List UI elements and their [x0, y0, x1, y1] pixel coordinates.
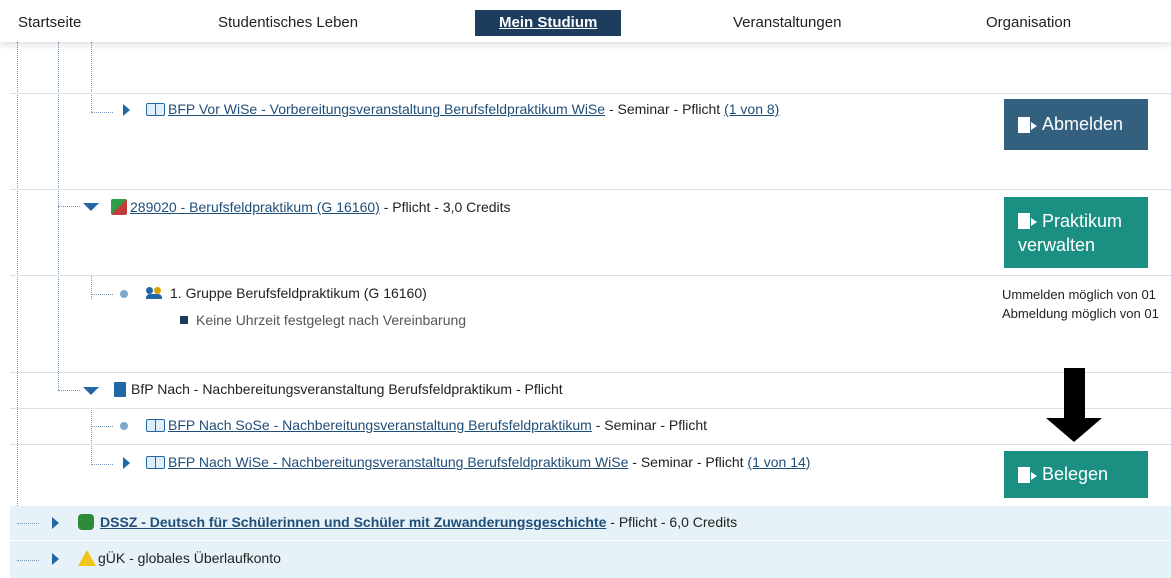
- abmeldung-note: Abmeldung möglich von 01: [1002, 306, 1159, 321]
- tree-line: [91, 410, 92, 465]
- tree-line: [58, 390, 80, 391]
- top-navigation: Startseite Studentisches Leben Mein Stud…: [0, 0, 1171, 42]
- arrow-down-icon: [1064, 368, 1085, 419]
- collapse-chevron-icon[interactable]: [83, 387, 99, 395]
- group-bullet-icon: [120, 290, 128, 298]
- book-icon: [146, 418, 166, 432]
- verwalten-label: verwalten: [1018, 234, 1096, 255]
- expand-chevron-icon[interactable]: [52, 517, 59, 529]
- warning-icon: [78, 550, 96, 566]
- dssz-meta: - Pflicht - 6,0 Credits: [606, 514, 738, 530]
- parallel-group-count-link[interactable]: (1 von 8): [724, 101, 779, 117]
- course-link-bfp-vor-wise[interactable]: BFP Vor WiSe - Vorbereitungsveranstaltun…: [168, 101, 605, 117]
- expand-chevron-icon[interactable]: [52, 553, 59, 565]
- bfp-nach-title: BfP Nach - Nachbereitungsveranstaltung B…: [131, 381, 563, 397]
- tree-line: [91, 426, 113, 427]
- course-meta: - Seminar - Pflicht: [628, 454, 748, 470]
- group-title: 1. Gruppe Berufsfeldpraktikum (G 16160): [170, 285, 427, 301]
- module-meta: - Pflicht - 3,0 Credits: [379, 199, 511, 215]
- tree-line: [91, 294, 113, 295]
- belegen-button[interactable]: Belegen: [1004, 451, 1148, 498]
- door-enter-icon: [1018, 466, 1037, 483]
- belegen-label: Belegen: [1042, 464, 1109, 484]
- expand-chevron-icon[interactable]: [123, 104, 130, 116]
- tree-line: [17, 523, 39, 524]
- expand-chevron-icon[interactable]: [123, 457, 130, 469]
- nav-startseite[interactable]: Startseite: [18, 10, 81, 36]
- praktikum-verwalten-button[interactable]: Praktikum verwalten: [1004, 197, 1148, 268]
- schedule-square-icon: [180, 316, 188, 324]
- course-meta: - Seminar - Pflicht: [591, 417, 707, 433]
- tree-line: [91, 112, 113, 113]
- book-icon: [146, 455, 166, 469]
- tree-line: [91, 275, 92, 299]
- row-separator: [10, 275, 1171, 276]
- abmelden-button[interactable]: Abmelden: [1004, 99, 1148, 150]
- group-people-icon: [146, 287, 164, 299]
- module-link-289020[interactable]: 289020 - Berufsfeldpraktikum (G 16160): [130, 199, 380, 215]
- door-exit-icon: [1018, 212, 1037, 229]
- tree-line: [17, 560, 39, 561]
- tree-line: [17, 42, 18, 578]
- book-icon: [146, 102, 166, 116]
- row-separator: [10, 444, 1171, 445]
- course-link-bfp-nach-sose[interactable]: BFP Nach SoSe - Nachbereitungsveranstalt…: [168, 417, 592, 433]
- abmelden-label: Abmelden: [1042, 114, 1124, 134]
- praktikum-label: Praktikum: [1042, 210, 1123, 231]
- nav-studentisches-leben[interactable]: Studentisches Leben: [218, 10, 358, 36]
- collapse-chevron-icon[interactable]: [83, 203, 99, 211]
- module-link-dssz[interactable]: DSSZ - Deutsch für Schülerinnen und Schü…: [100, 514, 606, 530]
- row-separator: [10, 189, 1171, 190]
- nav-mein-studium[interactable]: Mein Studium: [475, 10, 622, 36]
- course-link-bfp-nach-wise[interactable]: BFP Nach WiSe - Nachbereitungsveranstalt…: [168, 454, 628, 470]
- row-separator: [10, 408, 1171, 409]
- arrow-down-icon-head: [1046, 418, 1102, 442]
- tree-line: [91, 42, 92, 112]
- door-exit-icon: [1018, 116, 1037, 133]
- puzzle-icon: [78, 514, 94, 530]
- row-separator: [10, 372, 1171, 373]
- tree-line: [58, 206, 80, 207]
- tree-line: [58, 42, 59, 390]
- parallel-group-count-link[interactable]: (1 von 14): [747, 454, 810, 470]
- book-closed-icon: [114, 381, 126, 397]
- row-separator: [10, 93, 1171, 94]
- tree-line: [91, 464, 113, 465]
- course-meta: - Seminar - Pflicht: [605, 101, 725, 117]
- course-bullet-icon: [120, 422, 128, 430]
- guek-title: gÜK - globales Überlaufkonto: [98, 550, 281, 566]
- nav-organisation[interactable]: Organisation: [986, 10, 1071, 36]
- module-cube-icon: [111, 199, 127, 215]
- group-time: Keine Uhrzeit festgelegt nach Vereinbaru…: [196, 312, 467, 328]
- ummelden-note: Ummelden möglich von 01: [1002, 287, 1156, 302]
- nav-veranstaltungen[interactable]: Veranstaltungen: [733, 10, 841, 36]
